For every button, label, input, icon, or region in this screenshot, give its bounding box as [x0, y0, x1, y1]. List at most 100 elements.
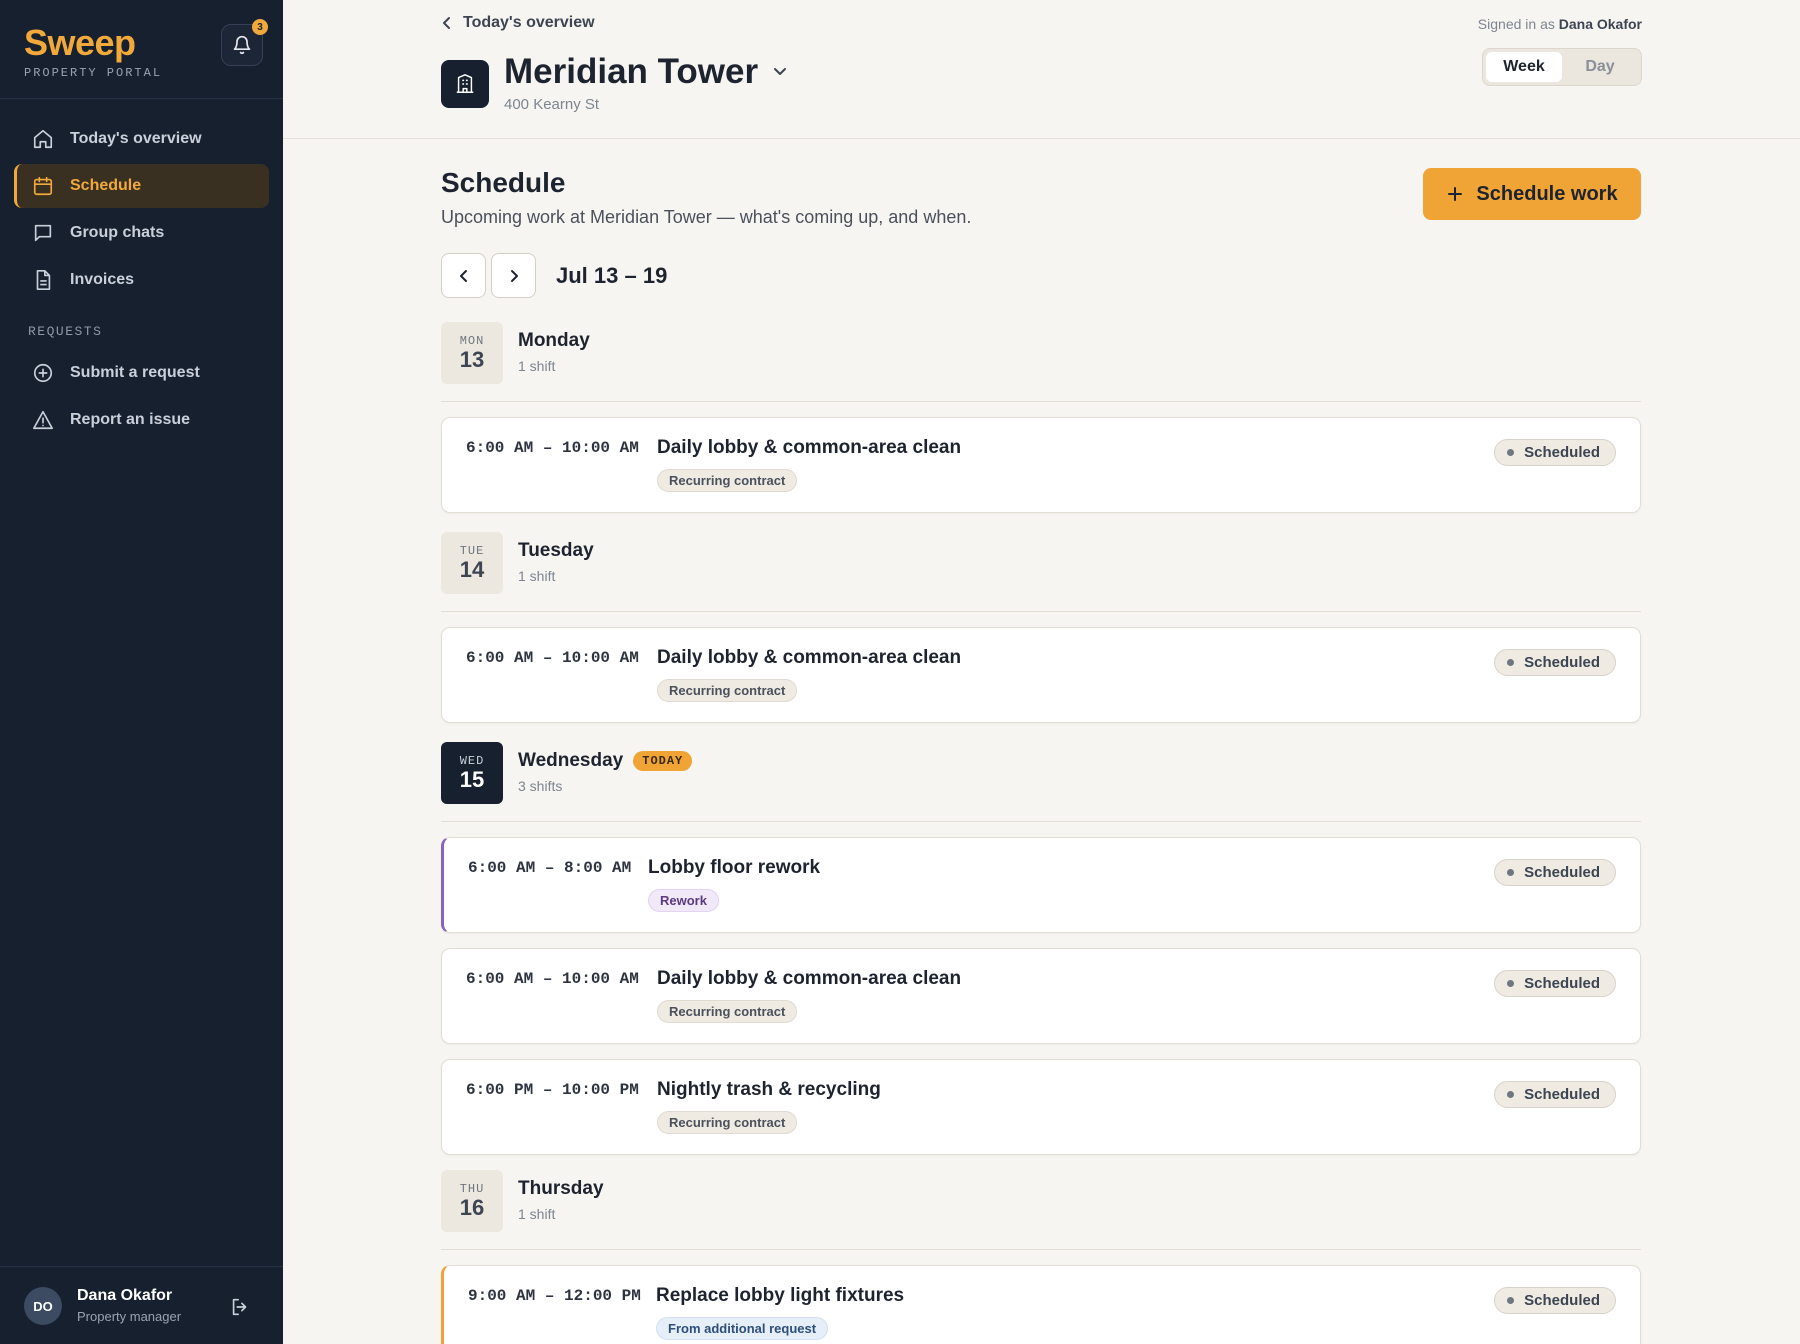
sidebar-item-label: Group chats	[70, 224, 165, 241]
shift-count: 1 shift	[518, 1206, 556, 1222]
shift-count: 1 shift	[518, 568, 556, 584]
brand-name: Sweep	[24, 22, 136, 63]
shift-time: 6:00 AM – 10:00 AM	[466, 439, 639, 457]
day-header: THU 16 Thursday 1 shift	[441, 1170, 1641, 1250]
shift-title: Lobby floor rework	[648, 857, 821, 878]
logout-icon[interactable]	[229, 1296, 251, 1318]
shift-title: Nightly trash & recycling	[657, 1079, 881, 1100]
day-name-label: Thursday	[518, 1178, 604, 1199]
day-group: WED 15 Wednesday TODAY 3 shifts 6:00 AM …	[441, 742, 1641, 1155]
shift-tag: Rework	[648, 889, 719, 912]
sidebar-divider	[0, 98, 283, 99]
building-name: Meridian Tower	[504, 52, 759, 91]
signed-in-status: Signed in as Dana Okafor	[1478, 16, 1642, 32]
day-name: Wednesday TODAY	[518, 750, 693, 772]
sidebar-item-submit-request[interactable]: Submit a request	[14, 351, 269, 395]
user-name: Dana Okafor	[77, 1287, 173, 1304]
shift-title: Daily lobby & common-area clean	[657, 437, 962, 458]
sidebar: Sweep PROPERTY PORTAL 3 Today's overview…	[0, 0, 283, 1344]
toggle-week-button[interactable]: Week	[1486, 52, 1562, 82]
day-name: Tuesday	[518, 540, 594, 562]
shift-title: Replace lobby light fixtures	[656, 1285, 905, 1306]
day-of-week: WED	[459, 753, 485, 768]
brand-logo[interactable]: Sweep PROPERTY PORTAL	[24, 22, 162, 80]
day-of-week: TUE	[459, 543, 485, 558]
shift-card[interactable]: 9:00 AM – 12:00 PM Replace lobby light f…	[441, 1265, 1641, 1344]
today-badge: TODAY	[633, 751, 693, 771]
shift-title: Daily lobby & common-area clean	[657, 968, 962, 989]
day-header: TUE 14 Tuesday 1 shift	[441, 532, 1641, 612]
status-badge: Scheduled	[1494, 859, 1616, 886]
page-subtitle: Upcoming work at Meridian Tower — what's…	[441, 207, 972, 227]
user-role: Property manager	[77, 1309, 182, 1324]
sidebar-item-label: Today's overview	[70, 130, 202, 147]
plus-icon	[1448, 187, 1463, 201]
day-number: 13	[459, 346, 485, 372]
signed-in-name: Dana Okafor	[1558, 16, 1642, 32]
day-group: THU 16 Thursday 1 shift 9:00 AM – 12:00 …	[441, 1170, 1641, 1344]
day-of-week: MON	[459, 333, 485, 348]
day-group: MON 13 Monday 1 shift 6:00 AM – 10:00 AM…	[441, 322, 1641, 513]
sidebar-item-schedule[interactable]: Schedule	[14, 164, 269, 208]
date-box: MON 13	[441, 322, 503, 384]
date-box-today: WED 15	[441, 742, 503, 804]
shift-time: 6:00 AM – 10:00 AM	[466, 649, 639, 667]
chevron-left-icon	[459, 269, 467, 282]
day-name-label: Tuesday	[518, 540, 594, 561]
notifications-button[interactable]: 3	[221, 19, 268, 66]
requests-section-heading: REQUESTS	[28, 324, 103, 339]
sidebar-item-report-issue[interactable]: Report an issue	[14, 398, 269, 442]
warning-icon	[33, 410, 53, 430]
day-name-label: Monday	[518, 330, 590, 351]
breadcrumb-label: Today's overview	[463, 14, 595, 31]
bell-icon	[233, 35, 251, 55]
view-toggle: Week Day	[1482, 48, 1642, 86]
shift-card[interactable]: 6:00 AM – 10:00 AM Daily lobby & common-…	[441, 627, 1641, 723]
shift-time: 6:00 AM – 10:00 AM	[466, 970, 639, 988]
sidebar-item-invoices[interactable]: Invoices	[14, 258, 269, 302]
shift-tag: Recurring contract	[657, 469, 798, 492]
calendar-icon	[33, 176, 53, 196]
shift-title: Daily lobby & common-area clean	[657, 647, 962, 668]
date-box: THU 16	[441, 1170, 503, 1232]
day-number: 16	[459, 1194, 485, 1220]
schedule-work-button[interactable]: Schedule work	[1423, 168, 1641, 220]
status-badge: Scheduled	[1494, 649, 1616, 676]
week-navigator: Jul 13 – 19	[441, 253, 667, 298]
previous-week-button[interactable]	[441, 253, 486, 298]
status-badge: Scheduled	[1494, 970, 1616, 997]
home-icon	[33, 129, 53, 149]
day-number: 14	[459, 556, 485, 582]
status-badge: Scheduled	[1494, 1081, 1616, 1108]
sidebar-item-todays-overview[interactable]: Today's overview	[14, 117, 269, 161]
day-name: Monday	[518, 330, 590, 352]
breadcrumb-back-link[interactable]: Today's overview	[441, 14, 595, 32]
day-header: MON 13 Monday 1 shift	[441, 322, 1641, 402]
avatar[interactable]: DO	[24, 1287, 62, 1325]
day-header: WED 15 Wednesday TODAY 3 shifts	[441, 742, 1641, 822]
signed-in-prefix: Signed in as	[1477, 16, 1555, 32]
next-week-button[interactable]	[491, 253, 536, 298]
day-name: Thursday	[518, 1178, 604, 1200]
shift-time: 9:00 AM – 12:00 PM	[468, 1287, 641, 1305]
sidebar-item-group-chats[interactable]: Group chats	[14, 211, 269, 255]
shift-card[interactable]: 6:00 AM – 10:00 AM Daily lobby & common-…	[441, 417, 1641, 513]
sidebar-nav: Today's overview Schedule Group chats In…	[14, 117, 269, 445]
date-box: TUE 14	[441, 532, 503, 594]
week-range: Jul 13 – 19	[556, 262, 668, 288]
page-title: Schedule	[441, 167, 566, 198]
day-name-label: Wednesday	[518, 750, 624, 771]
shift-card[interactable]: 6:00 PM – 10:00 PM Nightly trash & recyc…	[441, 1059, 1641, 1155]
building-selector[interactable]: Meridian Tower	[504, 52, 788, 92]
building-icon	[441, 60, 489, 108]
toggle-day-button[interactable]: Day	[1562, 52, 1638, 82]
sidebar-item-label: Report an issue	[70, 411, 191, 428]
shift-tag: Recurring contract	[657, 679, 798, 702]
shift-count: 3 shifts	[518, 778, 563, 794]
user-profile: DO Dana Okafor Property manager	[0, 1266, 283, 1344]
day-group: TUE 14 Tuesday 1 shift 6:00 AM – 10:00 A…	[441, 532, 1641, 723]
shift-time: 6:00 AM – 8:00 AM	[468, 859, 632, 877]
shift-card[interactable]: 6:00 AM – 10:00 AM Daily lobby & common-…	[441, 948, 1641, 1044]
shift-card[interactable]: 6:00 AM – 8:00 AM Lobby floor rework Rew…	[441, 837, 1641, 933]
day-of-week: THU	[459, 1181, 485, 1196]
